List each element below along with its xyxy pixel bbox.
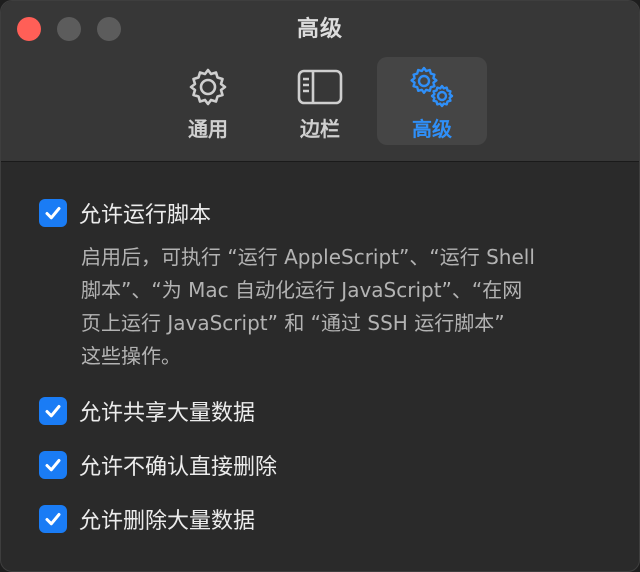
gear-icon <box>189 68 227 106</box>
description-line: 这些操作。 <box>81 344 181 368</box>
checkmark-icon <box>45 405 61 418</box>
allow-delete-without-confirm-checkbox[interactable] <box>39 451 67 479</box>
tab-sidebar[interactable]: 边栏 <box>265 57 375 145</box>
checkmark-icon <box>45 207 61 220</box>
description-line: 脚本”、“为 Mac 自动化运行 JavaScript”、“在网 <box>81 278 523 302</box>
allow-scripts-option[interactable]: 允许运行脚本 <box>39 197 609 229</box>
sidebar-icon <box>297 69 343 105</box>
gears-icon <box>410 66 454 108</box>
allow-scripts-label: 允许运行脚本 <box>79 203 212 228</box>
tab-general[interactable]: 通用 <box>153 57 263 145</box>
tab-bar: 通用 边栏 高级 <box>153 57 489 145</box>
tab-sidebar-label: 边栏 <box>300 117 340 141</box>
allow-delete-large-data-checkbox[interactable] <box>39 505 67 533</box>
allow-share-large-data-label: 允许共享大量数据 <box>79 401 256 426</box>
checkmark-icon <box>45 459 61 472</box>
description-line: 页上运行 JavaScript” 和 “通过 SSH 运行脚本” <box>81 311 505 335</box>
tab-general-label: 通用 <box>188 117 228 141</box>
tab-advanced[interactable]: 高级 <box>377 57 487 145</box>
description-line: 启用后，可执行 “运行 AppleScript”、“运行 Shell <box>81 245 535 269</box>
toolbar: 高级 通用 边栏 高级 <box>1 1 639 162</box>
settings-content: 允许运行脚本 启用后，可执行 “运行 AppleScript”、“运行 Shel… <box>39 197 609 535</box>
checkmark-icon <box>45 513 61 526</box>
allow-delete-large-data-option[interactable]: 允许删除大量数据 <box>39 503 609 535</box>
allow-share-large-data-option[interactable]: 允许共享大量数据 <box>39 395 609 427</box>
allow-share-large-data-checkbox[interactable] <box>39 397 67 425</box>
settings-window: 高级 通用 边栏 高级 允许运行脚本 启用后，可执行 “运行 AppleScri… <box>0 0 640 572</box>
allow-delete-without-confirm-option[interactable]: 允许不确认直接删除 <box>39 449 609 481</box>
window-title: 高级 <box>296 17 343 42</box>
allow-scripts-description: 启用后，可执行 “运行 AppleScript”、“运行 Shell 脚本”、“… <box>81 241 601 373</box>
allow-delete-without-confirm-label: 允许不确认直接删除 <box>79 455 278 480</box>
tab-advanced-label: 高级 <box>412 117 452 141</box>
allow-delete-large-data-label: 允许删除大量数据 <box>79 509 256 534</box>
allow-scripts-checkbox[interactable] <box>39 199 67 227</box>
